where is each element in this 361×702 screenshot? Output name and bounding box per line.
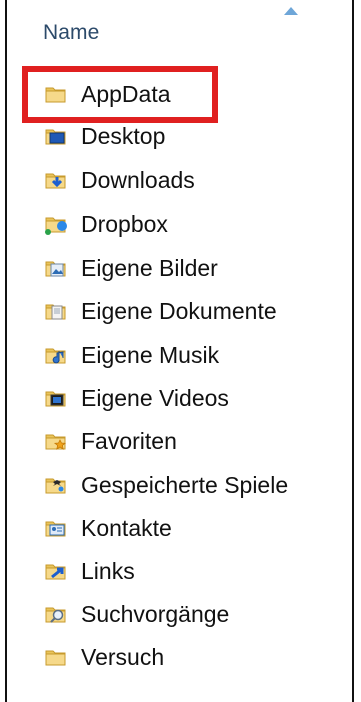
list-item-label: Favoriten (81, 427, 177, 454)
downloads-folder-icon (45, 173, 66, 189)
list-item-label: Eigene Dokumente (81, 297, 277, 324)
favorites-folder-icon (45, 434, 67, 450)
list-item-versuch[interactable]: Versuch (43, 640, 333, 674)
list-item-appdata[interactable]: AppData (43, 77, 333, 111)
list-item-label: Downloads (81, 166, 195, 193)
list-item-downloads[interactable]: Downloads (43, 163, 333, 197)
saved-games-folder-icon (45, 478, 66, 494)
list-item-label: Desktop (81, 122, 166, 149)
list-item-dropbox[interactable]: Dropbox (43, 207, 333, 241)
list-item-desktop[interactable]: Desktop (43, 119, 333, 153)
list-item-suchvorgaenge[interactable]: Suchvorgänge (43, 597, 333, 631)
list-item-label: Versuch (81, 643, 165, 670)
list-item-favoriten[interactable]: Favoriten (43, 424, 333, 458)
videos-folder-icon (45, 391, 66, 407)
pictures-folder-icon (45, 261, 66, 277)
folder-icon (45, 650, 66, 666)
list-item-links[interactable]: Links (43, 554, 333, 588)
list-item-label: Links (81, 557, 135, 584)
list-item-label: Gespeicherte Spiele (81, 471, 289, 498)
list-item-label: Suchvorgänge (81, 600, 230, 627)
list-item-eigene-musik[interactable]: Eigene Musik (43, 338, 333, 372)
list-item-label: Eigene Musik (81, 341, 220, 368)
links-folder-icon (45, 564, 66, 580)
list-item-label: Eigene Videos (81, 384, 229, 411)
list-item-eigene-dokumente[interactable]: Eigene Dokumente (43, 294, 333, 328)
list-item-label: AppData (81, 80, 171, 107)
list-item-eigene-videos[interactable]: Eigene Videos (43, 381, 333, 415)
list-item-label: Eigene Bilder (81, 254, 218, 281)
list-item-label: Kontakte (81, 514, 172, 541)
list-item-eigene-bilder[interactable]: Eigene Bilder (43, 251, 333, 285)
folder-icon (45, 87, 66, 103)
dropbox-folder-icon (45, 217, 67, 235)
music-folder-icon (45, 348, 66, 364)
file-list-panel: Name AppData Desktop Downloads Dropbox E… (0, 0, 361, 702)
list-item-label: Dropbox (81, 210, 168, 237)
contacts-folder-icon (45, 521, 66, 537)
searches-folder-icon (45, 607, 66, 623)
list-item-kontakte[interactable]: Kontakte (43, 511, 333, 545)
folder-list: AppData Desktop Downloads Dropbox Eigene… (0, 0, 361, 702)
list-item-gespeicherte-spiele[interactable]: Gespeicherte Spiele (43, 468, 333, 502)
desktop-folder-icon (45, 129, 66, 145)
documents-folder-icon (45, 304, 66, 320)
